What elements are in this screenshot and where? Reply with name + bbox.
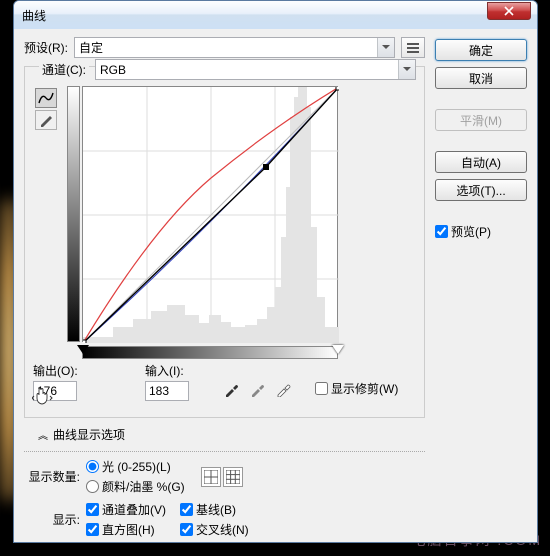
chevron-down-icon [377,38,394,57]
chevron-down-icon [398,60,415,79]
check-baseline-label: 基线(B) [196,501,236,518]
preview-label: 预览(P) [451,223,491,240]
eyedropper-icon [224,381,240,397]
black-point-handle[interactable] [77,345,89,354]
window-title: 曲线 [20,7,487,24]
check-intersection-input[interactable] [180,523,193,536]
curve-plot [83,87,339,343]
preset-select[interactable]: 自定 [74,37,395,58]
radio-light-label: 光 (0-255)(L) [102,458,171,475]
curve-tool-button[interactable] [35,88,57,108]
channel-label: 通道(C): [39,61,89,78]
check-baseline[interactable]: 基线(B) [180,501,249,518]
hand-icon [32,386,56,406]
curve-graph[interactable] [82,86,338,342]
radio-ink-input[interactable] [86,480,99,493]
expand-display-options[interactable]: ︽ 曲线显示选项 [38,426,425,443]
gray-eyedropper[interactable] [247,378,269,400]
white-eyedropper[interactable] [273,378,295,400]
input-input[interactable] [145,381,189,401]
check-histogram-label: 直方图(H) [102,521,155,538]
close-icon [504,6,514,16]
preview-checkbox[interactable] [435,225,448,238]
output-gradient [67,86,80,342]
collapse-arrow-icon: ︽ [38,427,48,442]
eyedropper-icon [250,381,266,397]
radio-ink[interactable]: 颜料/油墨 %(G) [86,478,185,495]
preset-label: 预设(R): [24,39,68,56]
white-point-handle[interactable] [332,345,344,354]
grid-icon [226,470,240,484]
black-eyedropper[interactable] [221,378,243,400]
preset-menu-button[interactable] [401,37,425,58]
eyedropper-icon [276,381,292,397]
titlebar[interactable]: 曲线 [14,1,537,29]
show-clipping-label: 显示修剪(W) [331,380,398,397]
radio-light-input[interactable] [86,460,99,473]
check-overlay[interactable]: 通道叠加(V) [86,501,166,518]
preset-value: 自定 [79,39,103,56]
output-label: 输出(O): [33,362,83,379]
close-button[interactable] [487,2,531,20]
check-intersection[interactable]: 交叉线(N) [180,521,249,538]
check-histogram[interactable]: 直方图(H) [86,521,166,538]
input-label: 输入(I): [145,362,195,379]
grid-coarse-button[interactable] [201,467,221,487]
ok-button[interactable]: 确定 [435,39,527,61]
check-intersection-label: 交叉线(N) [196,521,249,538]
display-amount-label: 显示数量: [24,468,80,485]
show-clipping-checkbox[interactable] [315,382,328,395]
curves-dialog: 曲线 预设(R): 自定 通道(C): [13,0,538,543]
radio-light[interactable]: 光 (0-255)(L) [86,458,185,475]
auto-button[interactable]: 自动(A) [435,151,527,173]
pencil-icon [39,113,53,127]
channel-select[interactable]: RGB [95,59,416,80]
show-label: 显示: [24,511,80,528]
check-overlay-label: 通道叠加(V) [102,501,166,518]
channel-value: RGB [100,63,126,77]
preview-check[interactable]: 预览(P) [435,223,527,240]
check-overlay-input[interactable] [86,503,99,516]
options-button[interactable]: 选项(T)... [435,179,527,201]
smooth-button: 平滑(M) [435,109,527,131]
grid-icon [204,470,218,484]
pencil-tool-button[interactable] [35,110,57,130]
menu-icon [407,43,419,53]
curve-icon [38,91,54,105]
check-histogram-input[interactable] [86,523,99,536]
cancel-button[interactable]: 取消 [435,67,527,89]
expand-label: 曲线显示选项 [53,426,125,443]
radio-ink-label: 颜料/油墨 %(G) [102,478,185,495]
targeted-adjust-tool[interactable] [29,383,59,409]
check-baseline-input[interactable] [180,503,193,516]
grid-fine-button[interactable] [223,467,243,487]
input-gradient [82,346,338,359]
